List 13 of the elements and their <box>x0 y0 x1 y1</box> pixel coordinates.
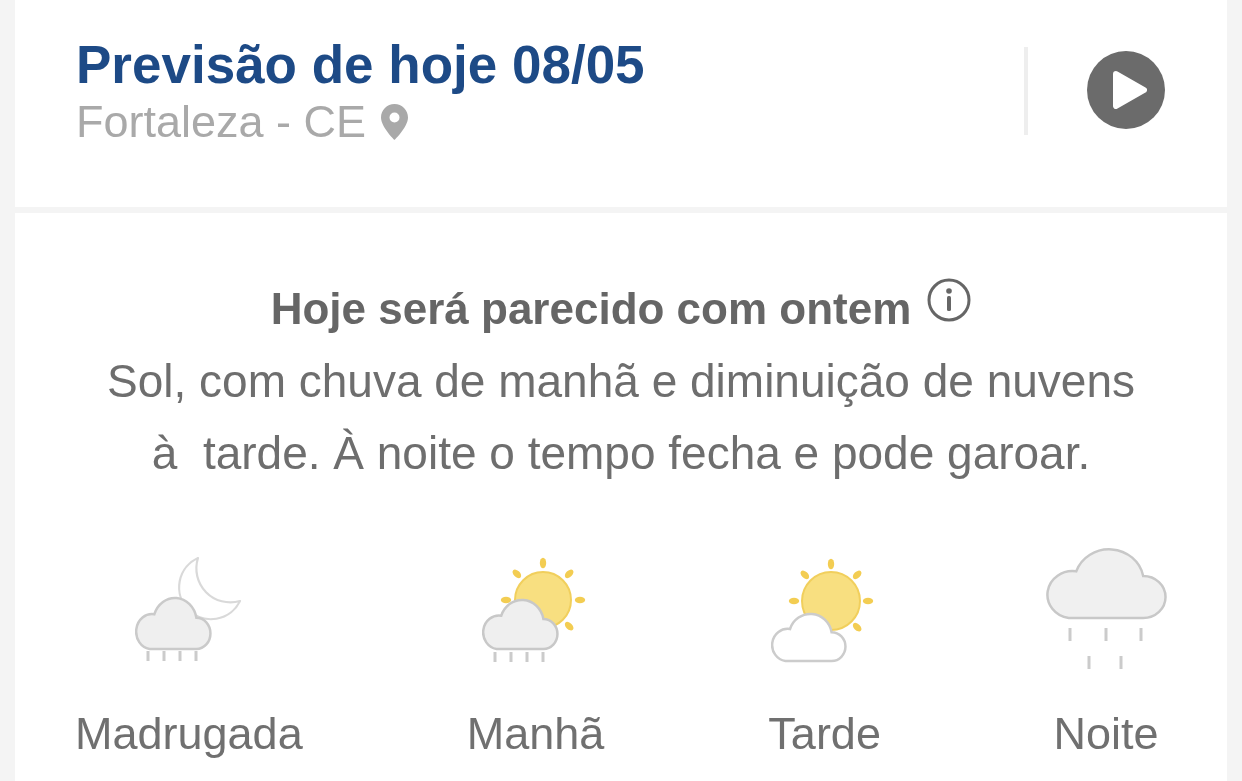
moon-cloud-rain-icon <box>135 556 243 662</box>
period-label: Noite <box>1053 708 1159 760</box>
play-icon <box>1113 71 1147 109</box>
forecast-title: Previsão de hoje 08/05 <box>76 35 645 95</box>
summary-description: Sol, com chuva de manhã e diminuição de nuvens à tarde. À noite o tempo fecha e pode garoar. <box>106 354 1136 481</box>
summary-heading: Hoje será parecido com ontem <box>270 283 912 335</box>
location-text: Fortaleza - CE <box>76 96 367 148</box>
cloud-rain-icon <box>1045 548 1167 670</box>
period-label: Madrugada <box>75 708 303 760</box>
period-label: Manhã <box>466 708 605 760</box>
location-pin-icon <box>381 104 409 140</box>
info-icon[interactable] <box>927 278 972 322</box>
period-label: Tarde <box>768 708 881 760</box>
